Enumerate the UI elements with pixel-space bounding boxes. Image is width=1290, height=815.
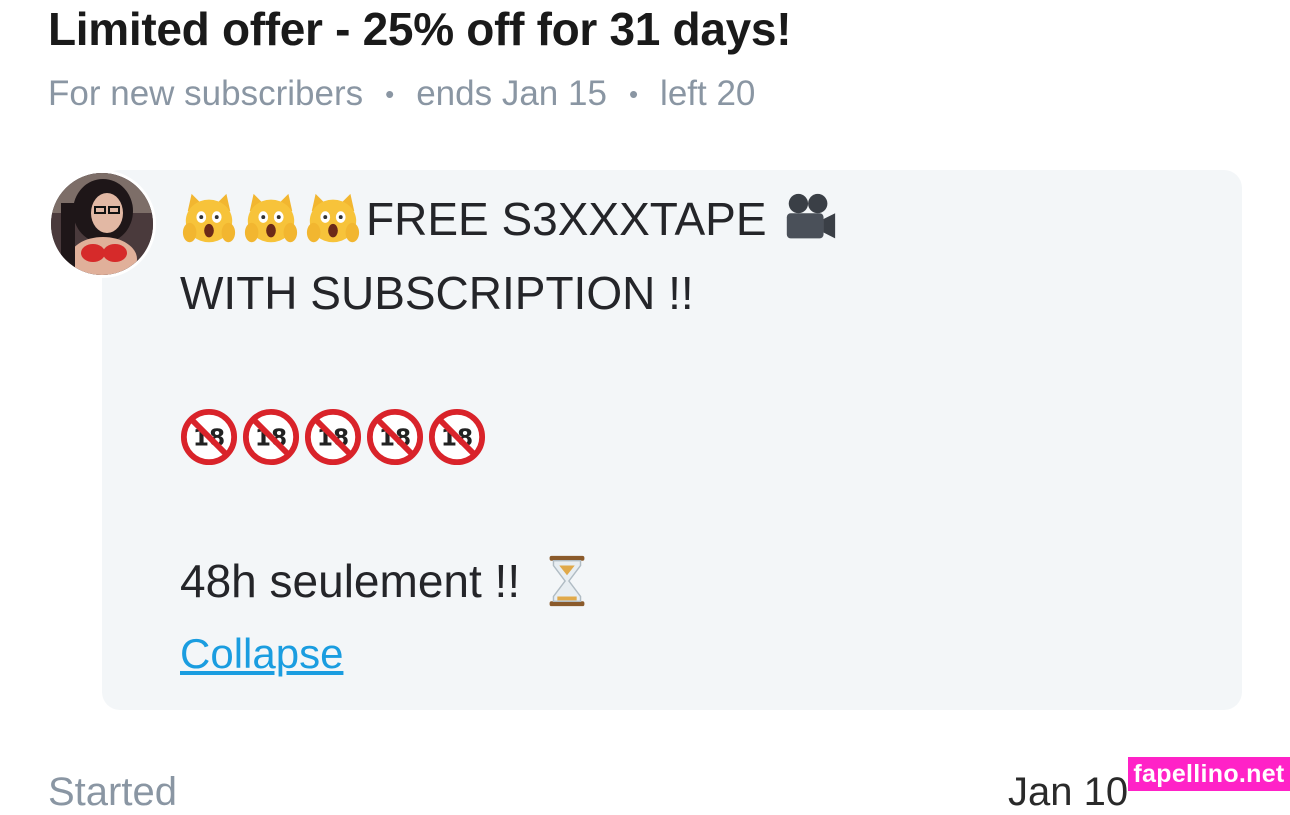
- next-row-partial: Started Jan 10: [48, 770, 1228, 814]
- hourglass-icon: [549, 555, 585, 607]
- meta-separator: •: [628, 78, 639, 109]
- avatar-image: [51, 173, 153, 275]
- screaming-cat-icon: [306, 193, 360, 243]
- watermark: fapellino.net: [1128, 757, 1290, 791]
- message-line-4-text: 48h seulement !!: [180, 555, 521, 607]
- message-line-4: 48h seulement !!: [180, 552, 600, 610]
- offer-meta: For new subscribers • ends Jan 15 • left…: [48, 74, 755, 114]
- collapse-link[interactable]: Collapse: [180, 630, 343, 678]
- offer-remaining: left 20: [660, 74, 756, 113]
- next-row-left-text: Started: [48, 770, 177, 814]
- offer-title: Limited offer - 25% off for 31 days!: [48, 3, 792, 55]
- avatar[interactable]: [48, 170, 156, 278]
- no-under-18-icon: 18: [366, 408, 424, 466]
- next-row-right-text: Jan 10: [1008, 770, 1129, 814]
- message-line-1: FREE S3XXXTAPE: [180, 190, 843, 248]
- no-under-18-icon: 18: [180, 408, 238, 466]
- message-line-2-text: WITH SUBSCRIPTION !!: [180, 267, 694, 319]
- message-line-1-text: FREE S3XXXTAPE: [366, 193, 767, 245]
- offer-end-date: ends Jan 15: [416, 74, 607, 113]
- screaming-cat-icon: [182, 193, 236, 243]
- message-line-2: WITH SUBSCRIPTION !!: [180, 266, 694, 320]
- meta-separator: •: [385, 78, 395, 109]
- offer-audience: For new subscribers: [48, 74, 364, 113]
- no-under-18-icon: 18: [428, 408, 486, 466]
- screaming-cat-icon: [244, 193, 298, 243]
- message-line-3: 18 18 18 18 18: [180, 408, 490, 466]
- no-under-18-icon: 18: [304, 408, 362, 466]
- no-under-18-icon: 18: [242, 408, 300, 466]
- movie-camera-icon: [786, 193, 835, 239]
